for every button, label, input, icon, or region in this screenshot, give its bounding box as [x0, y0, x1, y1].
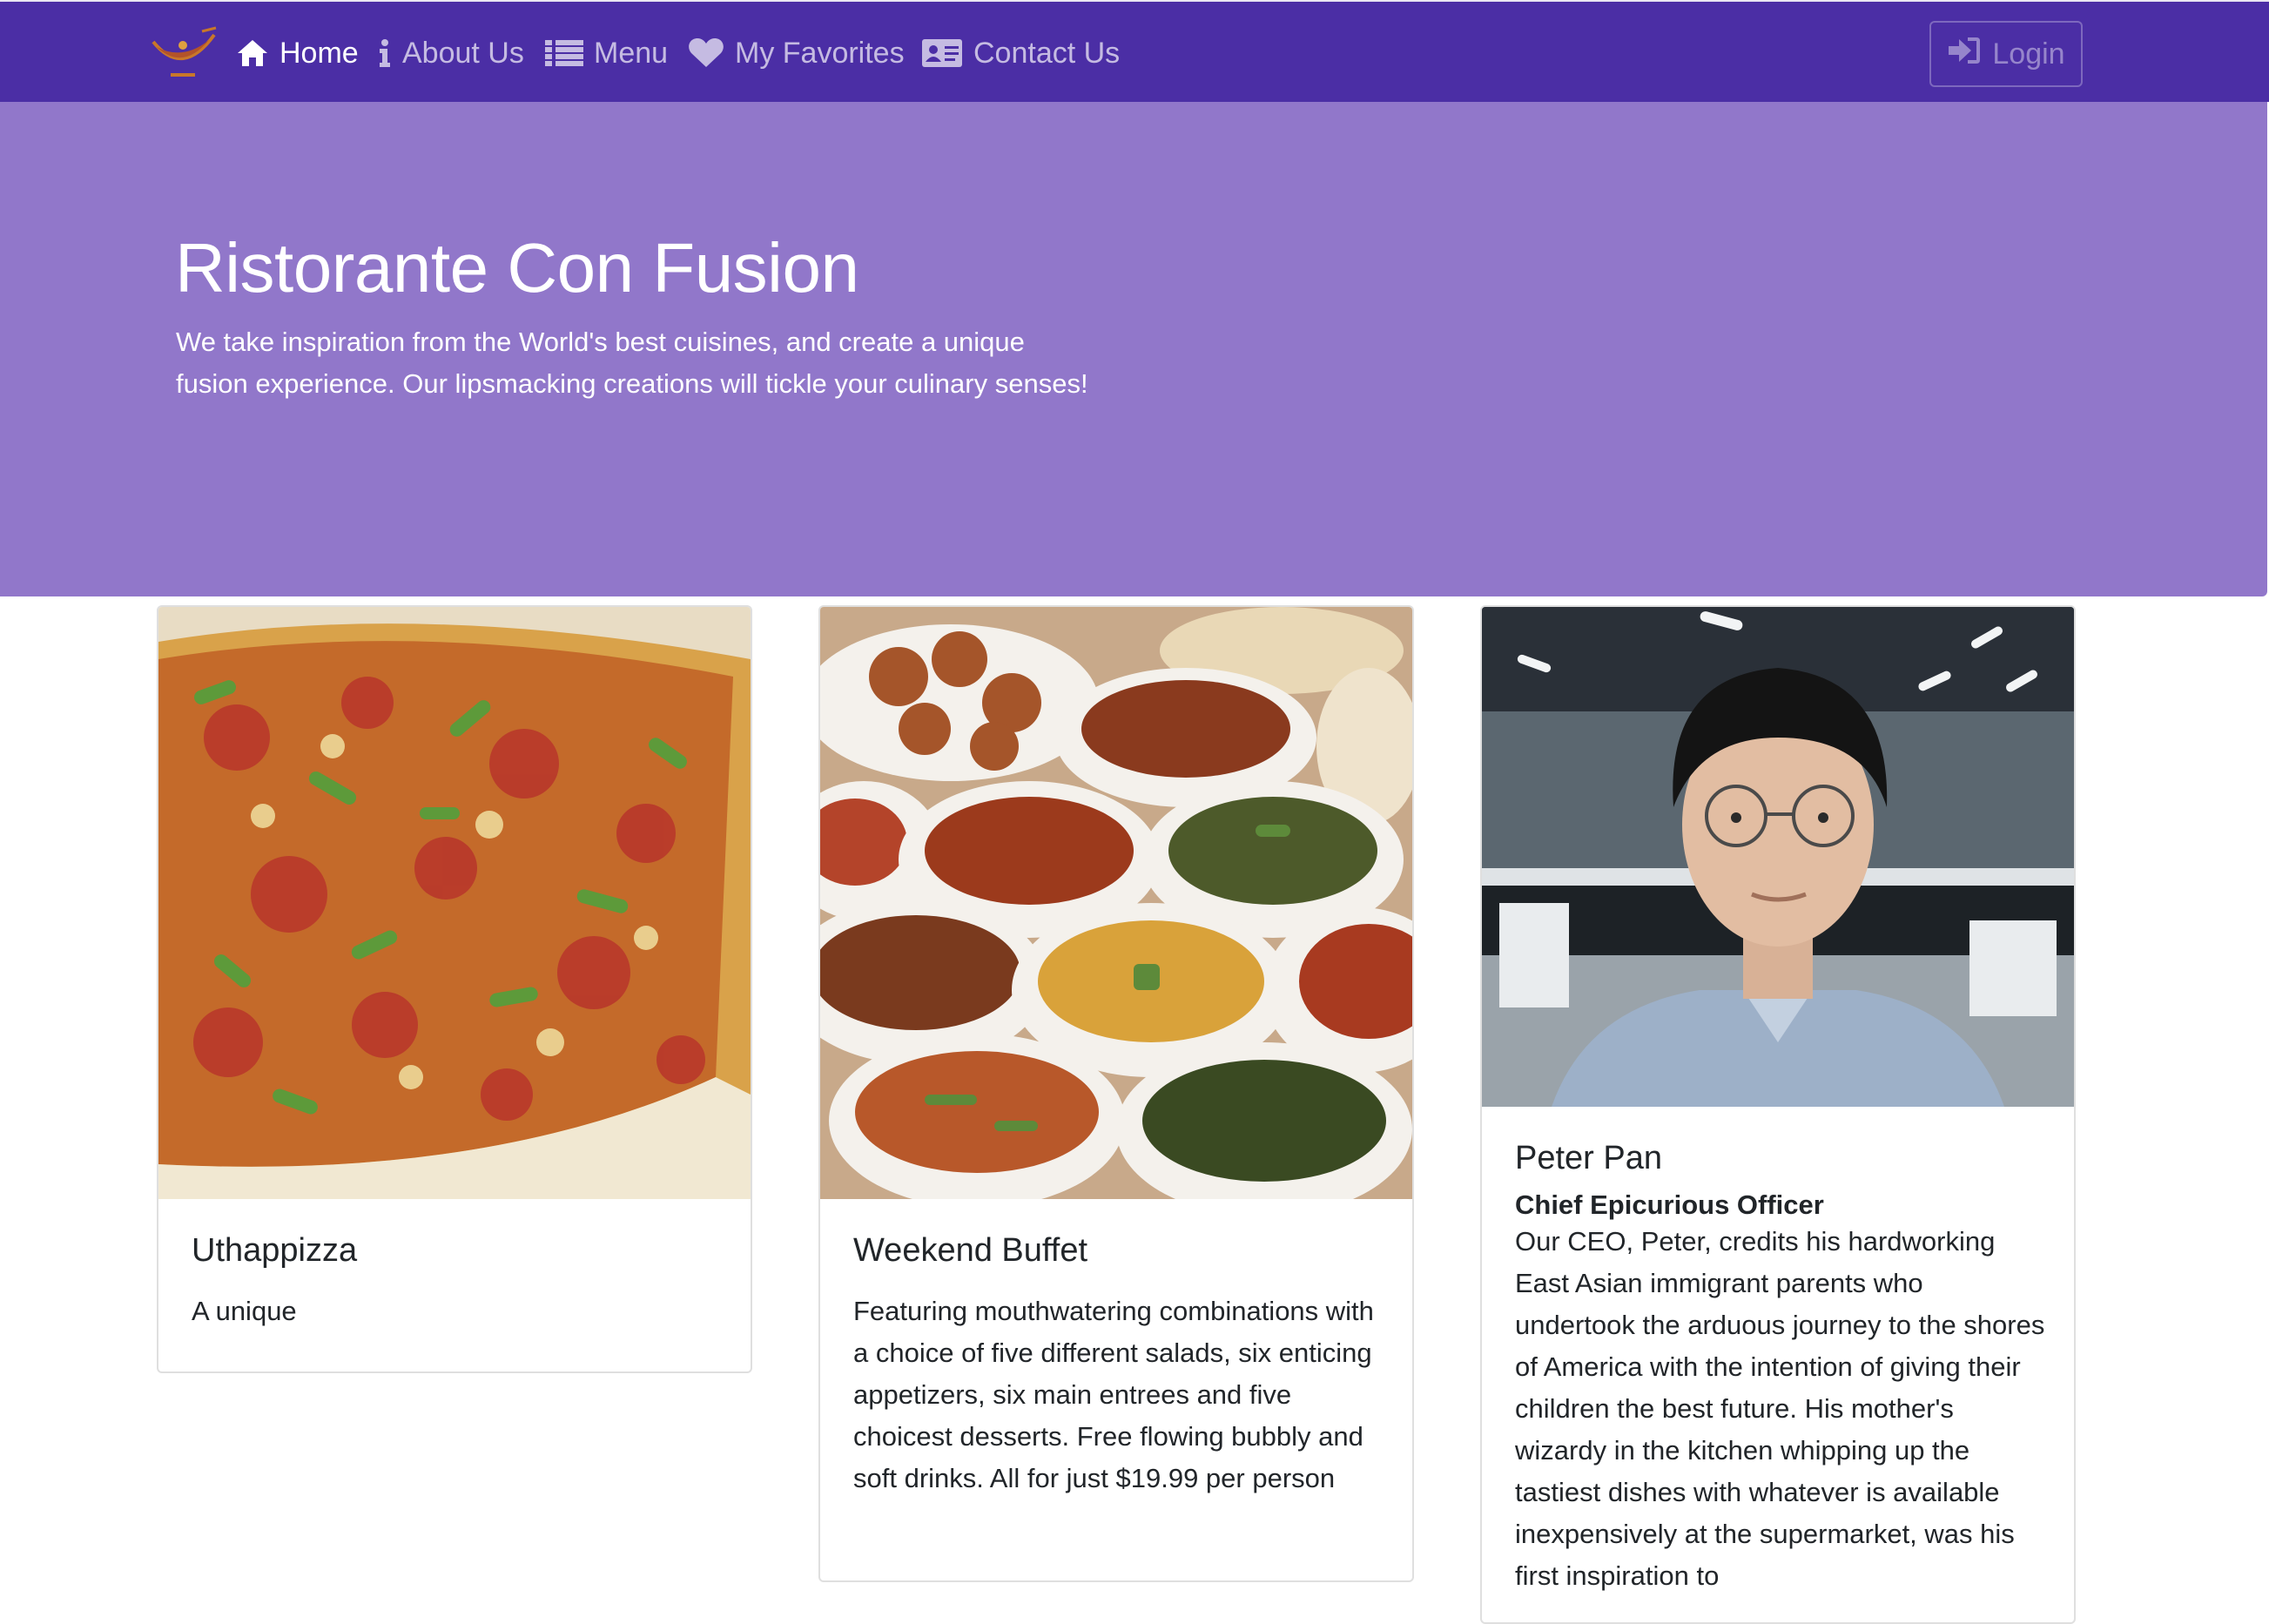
nav-home-label: Home: [279, 36, 359, 70]
nav-contact-us-label: Contact Us: [973, 36, 1121, 70]
nav-about-us-label: About Us: [402, 36, 524, 70]
nav-about-us[interactable]: About Us: [378, 31, 524, 75]
card-title: Uthappizza: [192, 1232, 358, 1269]
nav-my-favorites-label: My Favorites: [735, 36, 905, 70]
card-body: Peter Pan Chief Epicurious Officer Our C…: [1515, 1140, 2048, 1597]
card-title: Peter Pan: [1515, 1140, 1662, 1176]
card-subtitle: Chief Epicurious Officer: [1515, 1189, 1824, 1220]
heart-icon: [688, 37, 724, 69]
card-title: Weekend Buffet: [853, 1232, 1088, 1269]
jumbotron-text: We take inspiration from the World's bes…: [176, 327, 1088, 399]
nav-contact-us[interactable]: Contact Us: [921, 31, 1120, 75]
nav-my-favorites[interactable]: My Favorites: [688, 31, 905, 75]
dish-card: Uthappizza A unique: [157, 605, 752, 1373]
nav-menu[interactable]: Menu: [545, 31, 668, 75]
weekend-buffet-photo: [820, 607, 1412, 1199]
peter-pan-portrait: [1482, 607, 2074, 1107]
home-icon: [236, 38, 269, 68]
card-body: Weekend Buffet Featuring mouthwatering c…: [853, 1232, 1386, 1499]
brand-logo[interactable]: [148, 26, 218, 82]
login-label: Login: [1992, 37, 2065, 71]
page-title: Ristorante Con Fusion: [175, 229, 859, 307]
card-body: Uthappizza A unique: [192, 1232, 724, 1332]
address-card-icon: [921, 37, 963, 69]
uthappizza-photo: [158, 607, 751, 1199]
promotion-card: Weekend Buffet Featuring mouthwatering c…: [818, 605, 1414, 1582]
nav-home[interactable]: Home: [236, 31, 359, 75]
card-text: A unique: [192, 1296, 297, 1326]
login-button[interactable]: Login: [1929, 21, 2083, 87]
navbar: Home About Us Menu My Favorites Contact …: [0, 0, 2269, 102]
card-text: Featuring mouthwatering combinations wit…: [853, 1296, 1374, 1493]
sign-in-icon: [1947, 36, 1982, 73]
card-text: Our CEO, Peter, credits his hardworking …: [1515, 1226, 2045, 1591]
jumbotron: Ristorante Con Fusion We take inspiratio…: [0, 102, 2267, 596]
list-icon: [545, 38, 583, 68]
nav-menu-label: Menu: [594, 36, 669, 70]
leader-card: Peter Pan Chief Epicurious Officer Our C…: [1480, 605, 2076, 1624]
info-icon: [378, 38, 392, 68]
